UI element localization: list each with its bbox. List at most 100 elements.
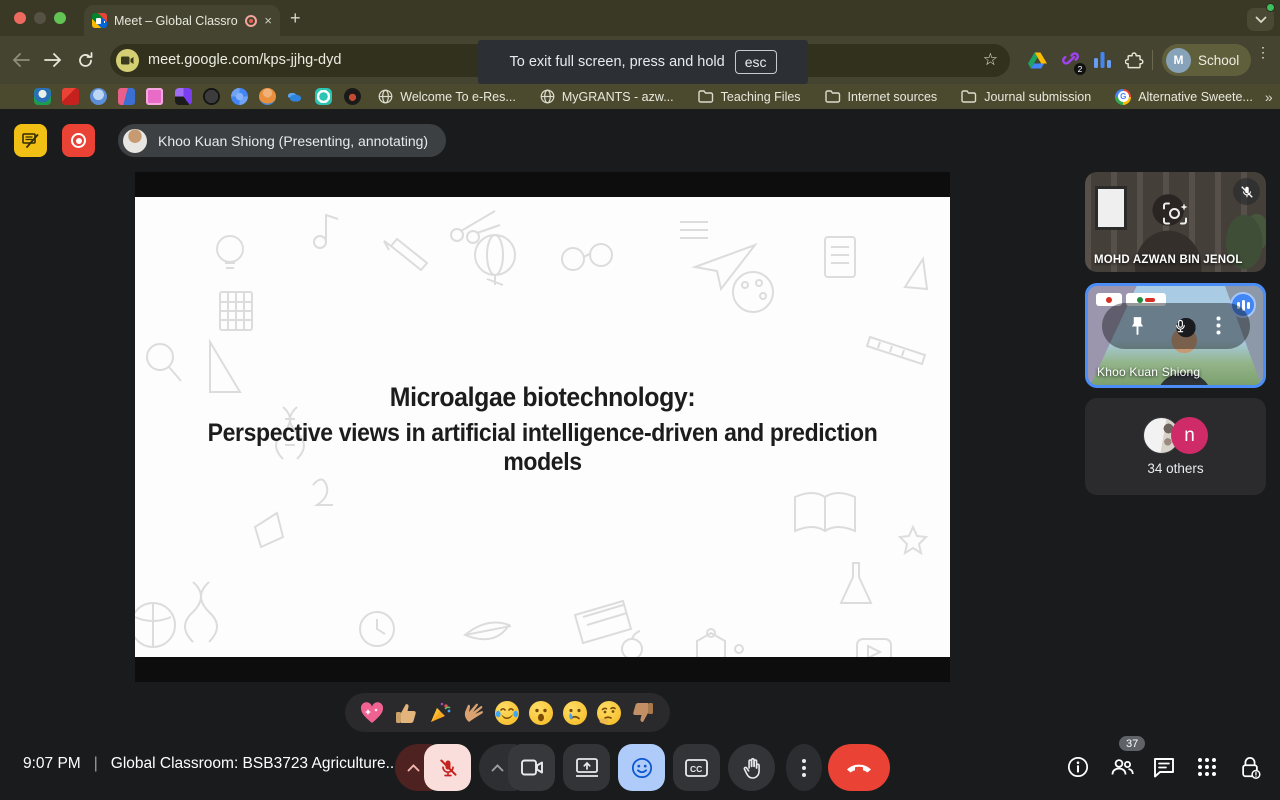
- bookmark-folder-teaching-files[interactable]: Teaching Files: [697, 90, 801, 104]
- profile-label: School: [1198, 52, 1240, 68]
- captions-icon: CC: [685, 758, 708, 777]
- browser-menu-button[interactable]: ⋮: [1256, 45, 1270, 59]
- chat-button[interactable]: [1150, 753, 1178, 781]
- reaction-sparkling-heart[interactable]: [359, 700, 385, 726]
- meeting-details-button[interactable]: [1064, 753, 1092, 781]
- camera-in-use-icon[interactable]: [116, 48, 139, 72]
- presenter-banner[interactable]: Khoo Kuan Shiong (Presenting, annotating…: [118, 124, 447, 157]
- info-icon: [1067, 756, 1089, 778]
- new-tab-button[interactable]: +: [290, 8, 301, 28]
- shared-screen-stage: Microalgae biotechnology: Perspective vi…: [135, 172, 950, 682]
- tab-title: Meet – Global Classroom:: [114, 13, 238, 28]
- meeting-info: 9:07 PM | Global Classroom: BSB3723 Agri…: [23, 755, 399, 773]
- analytics-extension-icon[interactable]: [1090, 48, 1114, 72]
- window-zoom-button[interactable]: [54, 12, 66, 24]
- bookmark-favicon-teal-ring[interactable]: [315, 88, 333, 105]
- forward-button[interactable]: [42, 49, 64, 71]
- others-tile[interactable]: n 34 others: [1085, 398, 1266, 495]
- reaction-thumbs-down[interactable]: [630, 700, 656, 726]
- participant-tile-khoo-kuan-shiong[interactable]: Khoo Kuan Shiong: [1085, 283, 1266, 388]
- more-options-button[interactable]: [786, 744, 822, 791]
- host-controls-button[interactable]: [1236, 753, 1264, 781]
- link-extension-icon[interactable]: 2: [1058, 48, 1086, 75]
- folder-icon: [697, 90, 713, 103]
- bookmark-favicon-sparkle[interactable]: [230, 88, 248, 105]
- participants-button[interactable]: [1108, 753, 1136, 781]
- reaction-thumbs-up[interactable]: [393, 700, 419, 726]
- bookmark-item-mygrants[interactable]: MyGRANTS - azw...: [540, 89, 674, 104]
- back-button[interactable]: [10, 49, 32, 71]
- present-screen-button[interactable]: [563, 744, 610, 791]
- tile-hover-controls: [1101, 302, 1250, 349]
- toolbar-divider: [1152, 50, 1153, 70]
- mic-off-icon: [1240, 185, 1253, 198]
- meet-bottom-bar: 9:07 PM | Global Classroom: BSB3723 Agri…: [0, 735, 1280, 800]
- reaction-face-with-tears-of-joy[interactable]: [494, 700, 520, 726]
- bookmark-favicon-person[interactable]: [259, 88, 277, 105]
- reaction-party-popper[interactable]: [427, 700, 453, 726]
- more-options-icon: [802, 758, 806, 777]
- slide-title-line2: Perspective views in artificial intellig…: [207, 419, 878, 476]
- raise-hand-button[interactable]: [728, 744, 775, 791]
- bookmark-label: Internet sources: [847, 89, 938, 104]
- participant-muted-chip: [1233, 178, 1260, 205]
- mic-toggle-button[interactable]: [424, 744, 471, 791]
- reload-button[interactable]: [74, 49, 96, 71]
- bookmark-favicon-onedrive[interactable]: [287, 88, 305, 105]
- extensions-puzzle-icon[interactable]: [1122, 48, 1146, 72]
- activities-button[interactable]: [1193, 753, 1221, 781]
- screen: Meet – Global Classroom: × + meet.google…: [0, 0, 1280, 800]
- participant-tile-mohd-azwan[interactable]: MOHD AZWAN BIN JENOL: [1085, 172, 1266, 272]
- bookmarks-overflow-chevron[interactable]: »: [1265, 89, 1280, 105]
- annotation-indicator-button[interactable]: [14, 124, 47, 157]
- bookmark-item-welcome[interactable]: Welcome To e-Res...: [378, 89, 516, 104]
- bookmark-folder-journal-submission[interactable]: Journal submission: [961, 90, 1091, 104]
- window-close-button[interactable]: [14, 12, 26, 24]
- camera-toggle-button[interactable]: [508, 744, 555, 791]
- bookmark-favicon-dark-circle[interactable]: [202, 88, 220, 105]
- reaction-clapping-hands[interactable]: [461, 700, 487, 726]
- video-effects-icon[interactable]: [1162, 202, 1190, 231]
- presenter-name: Khoo Kuan Shiong (Presenting, annotating…: [158, 132, 429, 149]
- bookmark-folder-internet-sources[interactable]: Internet sources: [824, 89, 938, 104]
- bookmark-item-alternative-sweete[interactable]: Alternative Sweete...: [1115, 88, 1253, 105]
- profile-chip[interactable]: M School: [1162, 44, 1252, 76]
- reaction-crying-face[interactable]: [562, 700, 588, 726]
- chevron-down-icon: [1255, 16, 1266, 23]
- mic-icon[interactable]: [1173, 316, 1188, 336]
- pin-icon[interactable]: [1130, 316, 1145, 335]
- bookmark-favicon-pink-app[interactable]: [146, 88, 164, 105]
- bookmark-favicon-gauge[interactable]: [343, 88, 361, 105]
- meeting-title: Global Classroom: BSB3723 Agriculture...: [110, 755, 399, 772]
- esc-key-hint: esc: [734, 50, 777, 74]
- bookmark-favicon-gmail[interactable]: [61, 88, 79, 105]
- browser-tab[interactable]: Meet – Global Classroom: ×: [84, 5, 280, 36]
- globe-icon: [378, 89, 393, 104]
- bookmark-star-icon[interactable]: ☆: [983, 50, 998, 70]
- present-icon: [575, 758, 598, 777]
- others-avatars: n: [1143, 417, 1208, 454]
- phone-hangup-icon: [847, 764, 871, 773]
- reaction-surprised-face[interactable]: [528, 700, 554, 726]
- tab-strip: Meet – Global Classroom: × +: [0, 0, 1280, 36]
- apps-grid-icon: [1198, 758, 1216, 776]
- bookmark-favicon-shield[interactable]: [33, 88, 51, 105]
- bookmark-favicon-blue-gem[interactable]: [89, 88, 107, 105]
- window-minimize-button[interactable]: [34, 12, 46, 24]
- recording-indicator-button[interactable]: [62, 124, 95, 157]
- more-options-icon[interactable]: [1216, 316, 1221, 335]
- notification-dot: [1266, 3, 1275, 12]
- svg-text:CC: CC: [690, 763, 702, 773]
- bookmark-favicon-purple-logo[interactable]: [174, 88, 192, 105]
- tab-close-icon[interactable]: ×: [264, 13, 272, 28]
- bookmark-favicon-flag[interactable]: [118, 88, 136, 105]
- bookmark-label: Welcome To e-Res...: [400, 89, 516, 104]
- captions-button[interactable]: CC: [673, 744, 720, 791]
- reactions-toggle-button[interactable]: [618, 744, 665, 791]
- annotation-icon: [22, 133, 39, 148]
- drive-extension-icon[interactable]: [1025, 48, 1049, 72]
- fullscreen-toast-text: To exit full screen, press and hold: [509, 54, 725, 70]
- reaction-thinking-face[interactable]: [596, 700, 622, 726]
- end-call-button[interactable]: [828, 744, 890, 791]
- folder-icon: [824, 90, 840, 103]
